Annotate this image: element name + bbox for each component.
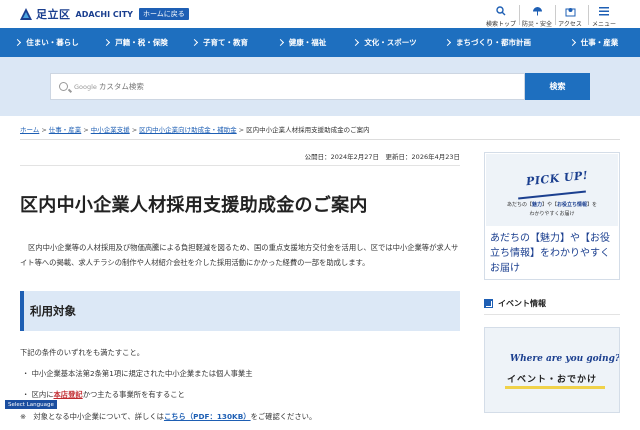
publish-dates: 公開日：2024年2月27日 更新日：2026年4月23日 — [304, 153, 460, 161]
title-divider — [20, 165, 460, 166]
nav-item-label: 子育て・教育 — [203, 38, 248, 47]
map-pin-icon — [564, 5, 576, 17]
event-banner-underline — [505, 386, 605, 389]
event-divider — [484, 314, 620, 315]
utility-label: 検索トップ — [485, 21, 516, 28]
nav-item-label: 文化・スポーツ — [364, 38, 417, 47]
pickup-subtitle: わかりやすくお届け — [529, 211, 575, 217]
pickup-link-text[interactable]: あだちの【魅力】や【お役立ち情報】をわかりやすくお届け — [490, 231, 616, 276]
chevron-right-icon — [14, 38, 22, 47]
logo-text-ja: 足立区 — [36, 8, 71, 21]
site-logo[interactable]: 足立区 ADACHI CITY ホームに戻る — [19, 6, 189, 22]
breadcrumb-link[interactable]: 区内中小企業向け助成金・補助金 — [139, 126, 237, 134]
conditions-lead: 下記の条件のいずれをも満たすこと。 — [20, 348, 145, 357]
breadcrumb-link[interactable]: ホーム — [20, 126, 39, 134]
event-heading-label: イベント情報 — [498, 299, 546, 308]
event-banner-title: イベント・おでかけ — [507, 375, 598, 385]
conditions-note: ※ 対象となる中小企業について、詳しくはこちら（PDF：130KB）をご確認くだ… — [20, 412, 316, 422]
utility-label: アクセス — [558, 21, 582, 28]
utility-menu[interactable]: メニュー — [587, 5, 621, 28]
event-heading: イベント情報 — [484, 298, 546, 309]
umbrella-icon — [531, 5, 543, 17]
search-button[interactable]: 検索 — [525, 73, 590, 100]
nav-item-health[interactable]: 健康・福祉 — [262, 28, 342, 57]
pdf-link[interactable]: こちら（PDF：130KB） — [164, 412, 251, 421]
chevron-right-icon — [443, 38, 452, 47]
adachi-logo-icon — [19, 7, 33, 21]
menu-icon — [598, 5, 610, 17]
breadcrumb-separator: > — [83, 126, 89, 134]
site-header: 足立区 ADACHI CITY ホームに戻る 検索トップ 防災・安全 アクセス … — [0, 0, 640, 28]
nav-item-registry[interactable]: 戸籍・税・保険 — [94, 28, 178, 57]
breadcrumb-separator: > — [238, 126, 245, 134]
breadcrumb-separator: > — [131, 126, 138, 134]
breadcrumb: ホーム > 仕事・産業 > 中小企業支援 > 区内中小企業向け助成金・補助金 > 区内中小企業人… — [20, 124, 370, 134]
utility-search[interactable]: 検索トップ — [484, 5, 518, 28]
nav-item-label: 戸籍・税・保険 — [115, 38, 168, 47]
search-icon — [59, 82, 68, 91]
logo-text-en: ADACHI CITY — [75, 9, 133, 19]
nav-item-living[interactable]: 住まい・暮らし — [0, 28, 94, 57]
nav-item-culture[interactable]: 文化・スポーツ — [342, 28, 428, 57]
section-heading-eligibility: 利用対象 — [20, 291, 460, 331]
nav-item-childcare[interactable]: 子育て・教育 — [178, 28, 262, 57]
search-band: Google 検索 — [0, 57, 640, 116]
search-box[interactable]: Google — [50, 73, 525, 100]
breadcrumb-link[interactable]: 仕事・産業 — [49, 126, 82, 134]
breadcrumb-divider — [20, 139, 620, 140]
google-label: Google — [74, 82, 97, 91]
event-heading-icon — [484, 299, 493, 308]
pickup-underline — [518, 190, 586, 200]
search-icon — [495, 5, 507, 17]
pickup-banner-card[interactable]: PICK UP! あだちの【魅力】や【お役立ち情報】を わかりやすくお届け あだ… — [484, 152, 620, 280]
chevron-right-icon — [276, 38, 284, 47]
event-banner-card[interactable]: Where are you going? イベント・おでかけ — [484, 327, 620, 413]
condition-item: ・ 中小企業基本法第2条第1項に規定された中小企業または個人事業主 — [22, 369, 253, 378]
intro-paragraph: 区内中小企業等の人材採用及び物価高騰による負担軽減を図るため、国の重点支援地方交… — [20, 243, 459, 267]
utility-label: メニュー — [591, 21, 616, 28]
select-language-button[interactable]: Select Language — [5, 400, 57, 409]
utility-label: 防災・安全 — [521, 21, 552, 28]
home-button[interactable]: ホームに戻る — [138, 8, 189, 20]
condition-text: ・ 区内に — [22, 390, 54, 399]
utility-access[interactable]: アクセス — [553, 5, 587, 28]
chevron-right-icon — [103, 38, 111, 47]
global-nav: 住まい・暮らし 戸籍・税・保険 子育て・教育 健康・福祉 文化・スポーツ まちづ… — [0, 28, 640, 57]
head-office-link[interactable]: 本店登記 — [54, 390, 83, 399]
nav-item-work[interactable]: 仕事・産業 — [548, 28, 640, 57]
nav-item-urban-planning[interactable]: まちづくり・都市計画 — [428, 28, 548, 57]
nav-item-label: 健康・福祉 — [288, 38, 327, 47]
chevron-right-icon — [568, 38, 576, 47]
nav-item-label: 住まい・暮らし — [26, 38, 79, 47]
breadcrumb-current: 区内中小企業人材採用支援助成金のご案内 — [246, 126, 370, 134]
condition-text: かつ主たる事業所を有すること — [82, 390, 185, 399]
pickup-title: PICK UP! — [525, 168, 589, 189]
note-text: ※ 対象となる中小企業について、詳しくは — [20, 412, 164, 421]
breadcrumb-separator: > — [41, 126, 47, 134]
nav-item-label: 仕事・産業 — [580, 38, 619, 47]
search-input[interactable] — [98, 82, 479, 91]
note-text: をご確認ください。 — [250, 412, 317, 421]
page-title: 区内中小企業人材採用支援助成金のご案内 — [20, 195, 368, 216]
chevron-right-icon — [190, 38, 199, 47]
breadcrumb-link[interactable]: 中小企業支援 — [91, 126, 130, 134]
nav-item-label: まちづくり・都市計画 — [456, 38, 531, 47]
chevron-right-icon — [352, 38, 360, 47]
utility-disaster[interactable]: 防災・安全 — [520, 5, 554, 28]
pickup-subtitle: あだちの【魅力】や【お役立ち情報】を — [506, 202, 598, 208]
condition-item: ・ 区内に本店登記かつ主たる事業所を有すること — [22, 390, 185, 400]
pickup-banner-image: PICK UP! あだちの【魅力】や【お役立ち情報】を わかりやすくお届け — [486, 154, 618, 226]
event-banner-tagline: Where are you going? — [510, 354, 620, 364]
